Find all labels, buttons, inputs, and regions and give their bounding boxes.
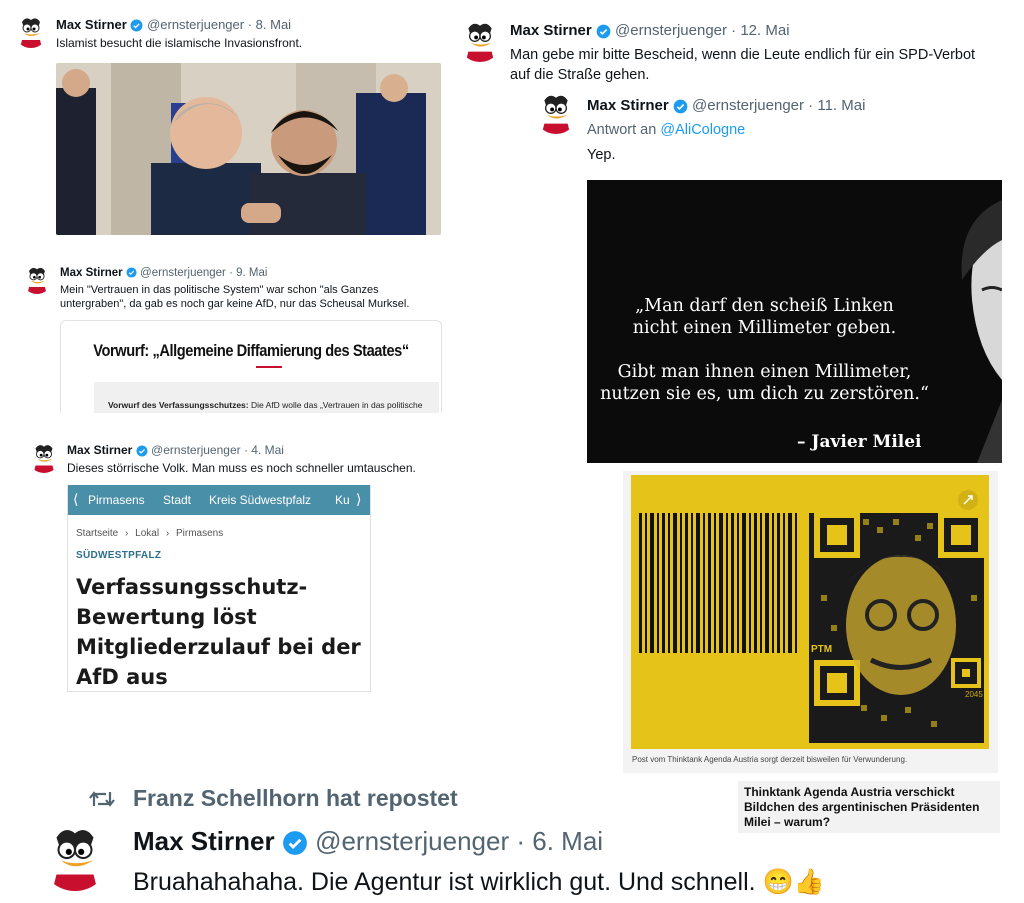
chevron-right-icon: ›	[125, 528, 129, 539]
tweet-photo[interactable]	[56, 63, 441, 235]
reply-to-link[interactable]: @AliCologne	[660, 122, 745, 138]
reply-prefix: Antwort an	[587, 122, 657, 138]
tweet-date[interactable]: · 11. Mai	[808, 97, 865, 114]
duck-avatar-icon	[28, 441, 60, 473]
tweet-text: Dieses störrische Volk. Man muss es noch…	[67, 461, 416, 475]
quote-author: – Javier Milei	[797, 432, 922, 452]
snippet-box: Vorwurf des Verfassungsschutzes: Die AfD…	[94, 382, 439, 413]
chevron-right-icon[interactable]: ⟩	[356, 491, 361, 508]
breadcrumb-item[interactable]: Startseite	[76, 528, 118, 539]
verified-badge-icon	[596, 24, 611, 38]
snippet-text: Die AfD wolle das „Vertrauen in das poli…	[248, 400, 423, 410]
qr-face-pattern	[809, 512, 984, 743]
avatar[interactable]	[458, 18, 502, 62]
milei-portrait-photo	[961, 200, 1002, 463]
avatar[interactable]	[14, 14, 48, 48]
headline-line: Verfassungsschutz-	[76, 575, 308, 599]
tweet-date[interactable]: · 4. Mai	[244, 443, 284, 457]
news-card[interactable]: ⟨ Pirmasens Stadt Kreis Südwestpfalz Ku …	[67, 485, 371, 692]
author-name[interactable]: Max Stirner	[587, 97, 669, 114]
quote-line: Gibt man ihnen einen Millimeter,	[617, 362, 912, 382]
barcode-label: PTM	[811, 644, 833, 655]
news-headline-box[interactable]: Thinktank Agenda Austria verschickt Bild…	[738, 781, 1000, 833]
author-name[interactable]: Max Stirner	[60, 267, 123, 279]
tweet-text: Bruahahahaha. Die Agentur ist wirklich g…	[133, 868, 756, 896]
yellow-card-photo: PTM 2045	[631, 475, 989, 749]
quote-line: nutzen sie es, um dich zu zerstören.“	[600, 384, 929, 404]
news-headline[interactable]: Verfassungsschutz- Bewertung löst Mitgli…	[76, 572, 361, 691]
repost-label[interactable]: Franz Schellhorn hat repostet	[133, 785, 458, 812]
breadcrumb-item[interactable]: Pirmasens	[176, 528, 223, 539]
tweet-text: Islamist besucht die islamische Invasion…	[56, 36, 303, 50]
tweet-text-line: auf die Straße gehen.	[510, 67, 650, 83]
photo-handshake	[56, 63, 441, 235]
avatar[interactable]	[28, 441, 60, 473]
snippet-bold: Vorwurf des Verfassungsschutzes:	[108, 400, 249, 410]
quote-image[interactable]: „Man darf den scheiß Linken nicht einen …	[587, 180, 1002, 463]
nav-item[interactable]: Ku	[335, 493, 350, 507]
verified-badge-icon	[282, 831, 307, 856]
code-number: 2045	[965, 690, 983, 699]
chevron-right-icon: ›	[165, 528, 170, 539]
tweet-date[interactable]: · 12. Mai	[731, 22, 789, 39]
verified-badge-icon	[130, 19, 143, 32]
nav-item[interactable]: Kreis Südwestpfalz	[209, 493, 311, 507]
author-name[interactable]: Max Stirner	[133, 826, 275, 856]
category-label[interactable]: SÜDWESTPFALZ	[76, 550, 161, 561]
tweet-text-line: Mein "Vertrauen in das politische System…	[60, 284, 379, 296]
verified-badge-icon	[136, 445, 148, 457]
duck-avatar-icon	[458, 18, 502, 62]
quote-line: „Man darf den scheiß Linken	[635, 296, 894, 316]
duck-avatar-icon	[534, 90, 578, 134]
breadcrumb: Startseite › Lokal › Pirmasens	[76, 528, 223, 539]
author-handle[interactable]: @ernsterjuenger	[151, 443, 241, 457]
yellow-news-image[interactable]: PTM 2045 Post vom Thinktank Agenda Austr…	[623, 471, 998, 773]
article-preview[interactable]: Vorwurf: „Allgemeine Diffamierung des St…	[60, 320, 442, 413]
headline-line: Mitgliederzulauf bei der	[76, 635, 361, 659]
duck-avatar-icon	[14, 14, 48, 48]
author-name[interactable]: Max Stirner	[67, 443, 132, 457]
grinning-face-icon: 😁	[762, 868, 794, 896]
barcode-qr-artwork	[631, 475, 989, 749]
tweet-date[interactable]: · 9. Mai	[229, 267, 267, 279]
headline-underline	[256, 366, 282, 368]
verified-badge-icon	[126, 267, 137, 279]
author-handle[interactable]: @ernsterjuenger	[147, 17, 244, 32]
article-headline: Vorwurf: „Allgemeine Diffamierung des St…	[93, 341, 409, 360]
tweet-text-line: untergraben", da gab es noch gar keine A…	[60, 298, 410, 310]
tweet-text: Yep.	[587, 147, 616, 163]
author-handle[interactable]: @ernsterjuenger	[315, 826, 509, 856]
quote-line: nicht einen Millimeter geben.	[632, 318, 897, 338]
tweet-date[interactable]: · 8. Mai	[248, 17, 291, 32]
duck-avatar-icon	[40, 821, 110, 891]
image-caption: Post vom Thinktank Agenda Austria sorgt …	[632, 755, 908, 764]
headline-line: AfD aus	[76, 665, 168, 689]
tweet-text-line: Man gebe mir bitte Bescheid, wenn die Le…	[510, 47, 976, 63]
thumbs-up-icon: 👍	[793, 868, 825, 896]
yellow-news-headline: Thinktank Agenda Austria verschickt Bild…	[744, 785, 980, 829]
duck-avatar-icon	[22, 264, 52, 294]
avatar[interactable]	[22, 264, 52, 294]
author-handle[interactable]: @ernsterjuenger	[692, 97, 804, 114]
avatar[interactable]	[534, 90, 578, 134]
breadcrumb-item[interactable]: Lokal	[135, 528, 159, 539]
verified-badge-icon	[673, 99, 688, 113]
tweet-date[interactable]: · 6. Mai	[516, 826, 603, 856]
repost-icon	[89, 791, 115, 807]
chevron-left-icon[interactable]: ⟨	[73, 491, 78, 508]
author-handle[interactable]: @ernsterjuenger	[140, 267, 226, 279]
author-name[interactable]: Max Stirner	[56, 17, 127, 32]
avatar[interactable]	[40, 821, 110, 891]
nav-item[interactable]: Pirmasens	[88, 493, 145, 507]
headline-line: Bewertung löst	[76, 605, 257, 629]
nav-item[interactable]: Stadt	[163, 493, 191, 507]
author-name[interactable]: Max Stirner	[510, 22, 592, 39]
author-handle[interactable]: @ernsterjuenger	[615, 22, 727, 39]
news-nav-bar: ⟨ Pirmasens Stadt Kreis Südwestpfalz Ku …	[68, 485, 370, 515]
